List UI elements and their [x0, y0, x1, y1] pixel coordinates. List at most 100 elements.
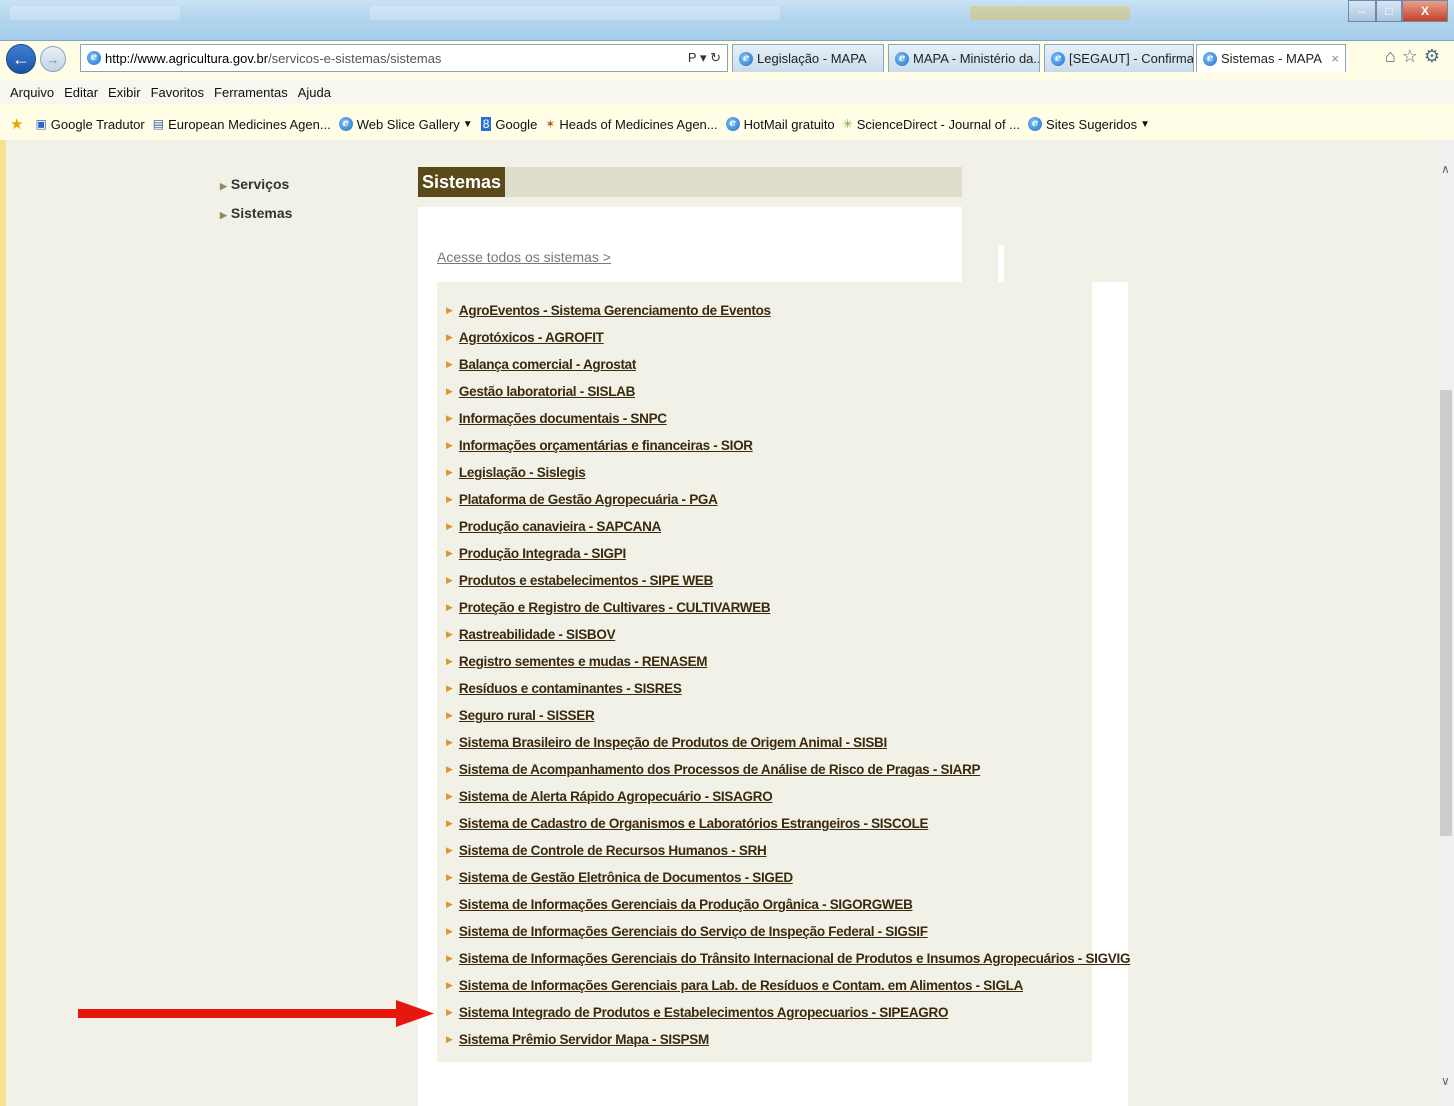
title-bar-context-tab — [970, 6, 1130, 20]
fav-google[interactable]: 8 Google — [480, 116, 538, 132]
section-header-bar: Sistemas — [418, 167, 962, 197]
menu-editar[interactable]: Editar — [64, 85, 98, 100]
menu-arquivo[interactable]: Arquivo — [10, 85, 54, 100]
search-refresh-icons[interactable]: Ρ ▾ ↻ — [688, 50, 721, 66]
nav-item-servicos[interactable]: ▶ Serviços — [220, 176, 292, 192]
system-link[interactable]: Gestão laboratorial - SISLAB — [459, 384, 635, 399]
system-link[interactable]: Produção canavieira - SAPCANA — [459, 519, 661, 534]
fav-label: HotMail gratuito — [743, 116, 835, 132]
scrollbar-thumb[interactable] — [1440, 390, 1452, 836]
favorites-bar: ★ ▣ Google Tradutor ▤ European Medicines… — [0, 112, 1454, 136]
back-button[interactable]: ← — [6, 44, 36, 74]
system-link[interactable]: Sistema de Informações Gerenciais do Ser… — [459, 924, 928, 939]
access-all-systems-link[interactable]: Acesse todos os sistemas > — [437, 249, 611, 265]
triangle-bullet-icon: ▶ — [446, 845, 453, 855]
triangle-bullet-icon: ▶ — [220, 181, 227, 191]
list-item: ▶ Sistema de Controle de Recursos Humanos… — [446, 837, 1130, 864]
system-link[interactable]: Agrotóxicos - AGROFIT — [459, 330, 604, 345]
forward-button[interactable]: → — [40, 46, 66, 72]
system-link[interactable]: Sistema Integrado de Produtos e Estabele… — [459, 1005, 949, 1020]
fav-heads-medicines[interactable]: ✶ Heads of Medicines Agen... — [545, 117, 717, 132]
system-link[interactable]: Registro sementes e mudas - RENASEM — [459, 654, 708, 669]
title-bar-caption — [370, 6, 780, 20]
chevron-up-icon[interactable]: ∧ — [1441, 162, 1450, 176]
menu-exibir[interactable]: Exibir — [108, 85, 141, 100]
system-link[interactable]: Informações orçamentárias e financeiras … — [459, 438, 753, 453]
ie-icon: e — [1028, 117, 1043, 131]
menu-favoritos[interactable]: Favoritos — [151, 85, 204, 100]
url-domain: http://www.agricultura.gov.br — [105, 50, 269, 66]
system-link[interactable]: AgroEventos - Sistema Gerenciamento de E… — [459, 303, 771, 318]
triangle-bullet-icon: ▶ — [446, 953, 453, 963]
tab-close-icon[interactable]: × — [1331, 51, 1339, 66]
home-favorites-tools-icons[interactable]: ⌂☆⚙ — [1385, 46, 1446, 67]
list-item: ▶ Sistema de Acompanhamento dos Processos… — [446, 756, 1130, 783]
nav-item-sistemas[interactable]: ▶ Sistemas — [220, 205, 292, 221]
system-link[interactable]: Sistema de Alerta Rápido Agropecuário - … — [459, 789, 773, 804]
system-link[interactable]: Sistema Brasileiro de Inspeção de Produt… — [459, 735, 887, 750]
system-link[interactable]: Legislação - Sislegis — [459, 465, 586, 480]
fav-hotmail[interactable]: e HotMail gratuito — [725, 116, 835, 132]
triangle-bullet-icon: ▶ — [446, 521, 453, 531]
triangle-bullet-icon: ▶ — [446, 602, 453, 612]
system-link[interactable]: Sistema de Informações Gerenciais para L… — [459, 978, 1023, 993]
system-link[interactable]: Plataforma de Gestão Agropecuária - PGA — [459, 492, 718, 507]
ema-icon: ▤ — [152, 117, 165, 131]
system-link[interactable]: Sistema de Informações Gerenciais do Trâ… — [459, 951, 1131, 966]
system-link[interactable]: Rastreabilidade - SISBOV — [459, 627, 616, 642]
list-item: ▶ Sistema Integrado de Produtos e Estabel… — [446, 999, 1130, 1026]
fav-label: Google — [495, 116, 538, 132]
list-item: ▶ Sistema de Alerta Rápido Agropecuário -… — [446, 783, 1130, 810]
address-bar[interactable]: e http://www.agricultura.gov.br/servicos… — [80, 44, 728, 72]
tab-legislacao[interactable]: e Legislação - MAPA — [732, 44, 884, 72]
hma-icon: ✶ — [545, 117, 556, 131]
star-icon: ★ — [10, 116, 24, 133]
system-link[interactable]: Produtos e estabelecimentos - SIPE WEB — [459, 573, 713, 588]
system-link[interactable]: Sistema de Acompanhamento dos Processos … — [459, 762, 981, 777]
minimize-button[interactable]: – — [1348, 0, 1376, 22]
section-title: Sistemas — [418, 167, 506, 197]
fav-google-tradutor[interactable]: ▣ Google Tradutor — [35, 117, 144, 132]
add-favorite-button[interactable]: ★ — [10, 115, 27, 133]
system-link[interactable]: Sistema Prêmio Servidor Mapa - SISPSM — [459, 1032, 709, 1047]
fav-european-medicines[interactable]: ▤ European Medicines Agen... — [153, 117, 331, 132]
list-item: ▶ Seguro rural - SISSER — [446, 702, 1130, 729]
list-item: ▶ Sistema de Informações Gerenciais do Se… — [446, 918, 1130, 945]
system-link[interactable]: Sistema de Gestão Eletrônica de Document… — [459, 870, 793, 885]
triangle-bullet-icon: ▶ — [446, 1034, 453, 1044]
fav-web-slice-gallery[interactable]: e Web Slice Gallery ▼ — [338, 117, 473, 132]
tab-segaut[interactable]: e [SEGAUT] - Confirma... — [1044, 44, 1194, 72]
ie-icon: e — [895, 51, 909, 66]
system-link[interactable]: Sistema de Cadastro de Organismos e Labo… — [459, 816, 929, 831]
translate-icon: ▣ — [35, 117, 47, 131]
system-link[interactable]: Balança comercial - Agrostat — [459, 357, 636, 372]
fav-sciencedirect[interactable]: ✳ ScienceDirect - Journal of ... — [843, 117, 1020, 132]
system-link[interactable]: Sistema de Informações Gerenciais da Pro… — [459, 897, 913, 912]
chevron-down-icon[interactable]: ∨ — [1441, 1074, 1450, 1088]
vertical-scrollbar[interactable]: ∧ ∨ — [1438, 140, 1454, 1106]
system-link[interactable]: Sistema de Controle de Recursos Humanos … — [459, 843, 767, 858]
nav-item-label: Serviços — [230, 176, 290, 192]
system-link[interactable]: Seguro rural - SISSER — [459, 708, 595, 723]
menu-ajuda[interactable]: Ajuda — [298, 85, 331, 100]
system-link[interactable]: Resíduos e contaminantes - SISRES — [459, 681, 682, 696]
triangle-bullet-icon: ▶ — [446, 548, 453, 558]
list-item: ▶ Sistema de Gestão Eletrônica de Documen… — [446, 864, 1130, 891]
list-item: ▶ Produtos e estabelecimentos - SIPE WEB — [446, 567, 1130, 594]
tab-mapa-ministerio[interactable]: e MAPA - Ministério da... — [888, 44, 1040, 72]
tab-label: Sistemas - MAPA — [1221, 51, 1322, 66]
tab-sistemas-mapa[interactable]: e Sistemas - MAPA × — [1196, 44, 1346, 72]
triangle-bullet-icon: ▶ — [446, 359, 453, 369]
system-link[interactable]: Proteção e Registro de Cultivares - CULT… — [459, 600, 771, 615]
forward-arrow-icon: → — [46, 51, 60, 67]
system-link[interactable]: Produção Integrada - SIGPI — [459, 546, 626, 561]
list-item: ▶ AgroEventos - Sistema Gerenciamento de … — [446, 297, 1130, 324]
list-item: ▶ Sistema Brasileiro de Inspeção de Produ… — [446, 729, 1130, 756]
maximize-button[interactable]: □ — [1376, 0, 1402, 22]
menu-ferramentas[interactable]: Ferramentas — [214, 85, 288, 100]
fav-sites-sugeridos[interactable]: e Sites Sugeridos ▼ — [1028, 117, 1150, 132]
close-window-button[interactable]: X — [1402, 0, 1448, 22]
system-link[interactable]: Informações documentais - SNPC — [459, 411, 667, 426]
fav-label: Heads of Medicines Agen... — [559, 116, 718, 132]
triangle-bullet-icon: ▶ — [446, 818, 453, 828]
